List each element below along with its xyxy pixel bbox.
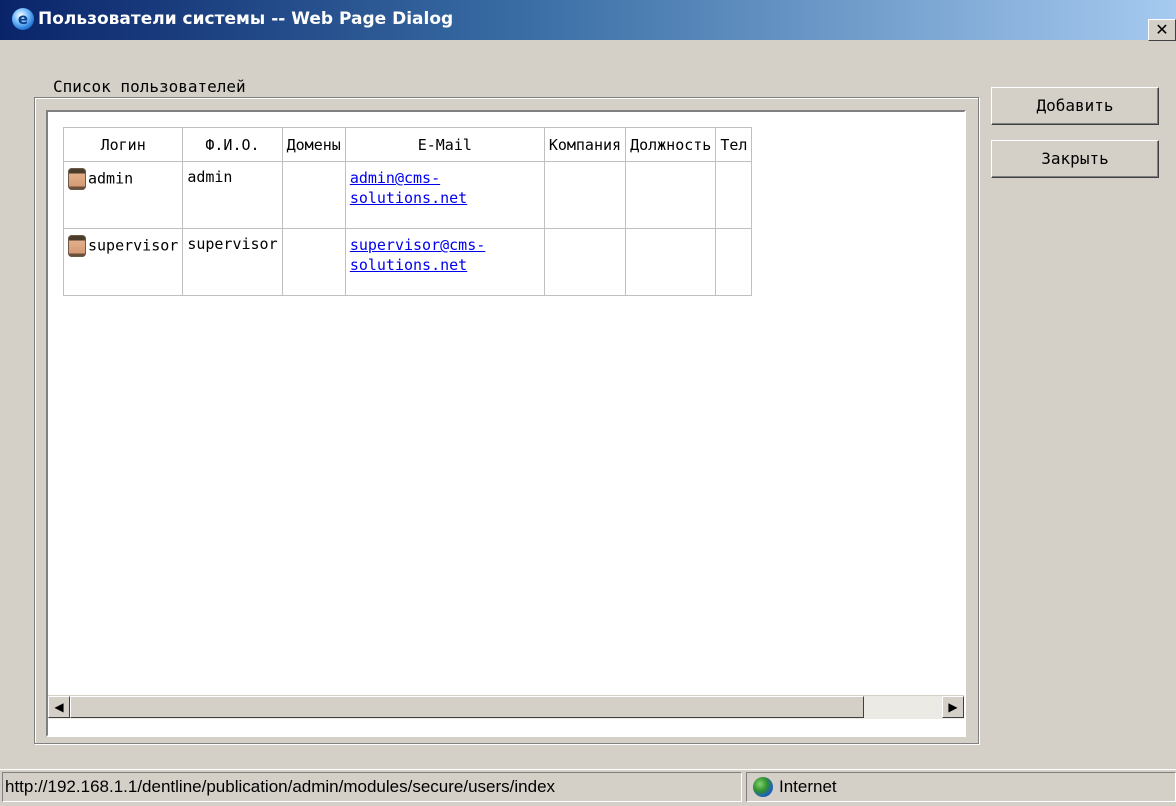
- login-cell[interactable]: supervisor: [62, 228, 184, 296]
- close-button[interactable]: Закрыть: [991, 140, 1159, 178]
- users-table: Логин Ф.И.О. Домены E-Mail Компания Долж…: [62, 127, 753, 296]
- globe-icon: [753, 777, 773, 797]
- title-bar: e Пользователи системы -- Web Page Dialo…: [0, 0, 1176, 40]
- email-cell: supervisor@cms-solutions.net: [344, 228, 545, 296]
- domains-cell: [281, 161, 346, 229]
- email-cell: admin@cms-solutions.net: [344, 161, 545, 229]
- security-zone: Internet: [746, 772, 1176, 802]
- scroll-thumb[interactable]: [70, 696, 864, 718]
- scroll-left-arrow-icon[interactable]: ◀: [48, 696, 70, 718]
- horizontal-scrollbar[interactable]: ◀ ▶: [48, 695, 964, 719]
- column-header-login[interactable]: Логин: [62, 127, 184, 162]
- table-row[interactable]: admin admin admin@cms-solutions.net: [62, 161, 753, 229]
- users-list-viewport: Логин Ф.И.О. Домены E-Mail Компания Долж…: [48, 112, 964, 695]
- fio-cell: admin: [182, 161, 283, 229]
- user-face-icon: [68, 168, 86, 190]
- table-header-row: Логин Ф.И.О. Домены E-Mail Компания Долж…: [62, 127, 753, 162]
- table-row[interactable]: supervisor supervisor supervisor@cms-sol…: [62, 228, 753, 296]
- email-link[interactable]: supervisor@cms-solutions.net: [350, 235, 540, 275]
- window-title: Пользователи системы -- Web Page Dialog: [38, 9, 454, 29]
- add-user-button[interactable]: Добавить: [991, 87, 1159, 125]
- close-window-button[interactable]: ✕: [1148, 19, 1176, 41]
- fio-cell: supervisor: [182, 228, 283, 296]
- login-value: supervisor: [88, 236, 179, 255]
- domains-cell: [281, 228, 346, 296]
- column-header-company[interactable]: Компания: [543, 127, 627, 162]
- column-header-position[interactable]: Должность: [625, 127, 717, 162]
- position-cell: [625, 228, 717, 296]
- login-cell[interactable]: admin: [62, 161, 184, 229]
- email-link[interactable]: admin@cms-solutions.net: [350, 168, 540, 208]
- users-list-frame: Логин Ф.И.О. Домены E-Mail Компания Долж…: [46, 110, 966, 737]
- ie-window-icon: e: [12, 8, 34, 30]
- status-url: http://192.168.1.1/dentline/publication/…: [2, 772, 742, 802]
- company-cell: [543, 161, 627, 229]
- users-group-legend: Список пользователей: [50, 77, 249, 96]
- login-value: admin: [88, 169, 134, 188]
- user-face-icon: [68, 235, 86, 257]
- column-header-email[interactable]: E-Mail: [344, 127, 545, 162]
- status-bar: http://192.168.1.1/dentline/publication/…: [0, 769, 1176, 806]
- company-cell: [543, 228, 627, 296]
- zone-label: Internet: [779, 777, 837, 796]
- position-cell: [625, 161, 717, 229]
- scroll-right-arrow-icon[interactable]: ▶: [942, 696, 964, 718]
- phone-cell: [715, 228, 753, 296]
- phone-cell: [715, 161, 753, 229]
- column-header-fio[interactable]: Ф.И.О.: [182, 127, 283, 162]
- column-header-domains[interactable]: Домены: [281, 127, 346, 162]
- column-header-phone[interactable]: Тел: [715, 127, 753, 162]
